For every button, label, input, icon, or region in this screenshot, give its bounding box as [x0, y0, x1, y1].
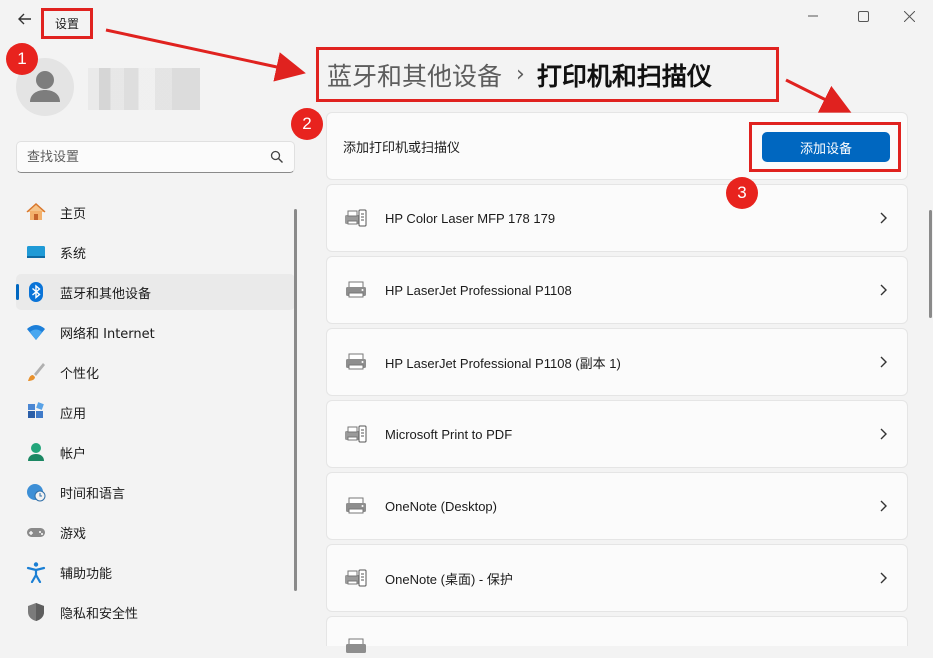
device-item[interactable]: OneNote (桌面) - 保护	[326, 544, 908, 612]
device-item[interactable]: HP LaserJet Professional P1108	[326, 256, 908, 324]
sidebar-item-system[interactable]: 系统	[16, 234, 295, 270]
search-input[interactable]	[17, 148, 269, 166]
sidebar-item-label: 隐私和安全性	[60, 606, 139, 622]
step-marker: 1	[6, 43, 38, 75]
sidebar-item-label: 游戏	[60, 526, 87, 542]
chevron-right-icon	[880, 428, 887, 440]
device-name: HP Color Laser MFP 178 179	[385, 210, 556, 226]
sidebar-item-label: 蓝牙和其他设备	[60, 286, 152, 302]
minimize-icon	[808, 15, 818, 17]
search-icon	[270, 150, 283, 163]
breadcrumb-separator: ›	[516, 62, 525, 87]
add-device-button[interactable]: 添加设备	[762, 132, 890, 162]
sidebar-item-label: 时间和语言	[60, 486, 126, 502]
sidebar-item-accounts[interactable]: 帐户	[16, 434, 295, 470]
device-name: HP LaserJet Professional P1108	[385, 282, 572, 298]
device-item-partial[interactable]	[326, 616, 908, 653]
chevron-right-icon	[880, 572, 887, 584]
printer-icon	[344, 351, 368, 373]
device-name: OneNote (Desktop)	[385, 498, 497, 514]
sidebar-item-network[interactable]: 网络和 Internet	[16, 314, 295, 350]
sidebar-item-apps[interactable]: 应用	[16, 394, 295, 430]
clock-globe-icon	[25, 481, 47, 503]
chevron-right-icon	[880, 284, 887, 296]
sidebar-item-bluetooth-devices[interactable]: 蓝牙和其他设备	[16, 274, 295, 310]
sidebar-item-label: 系统	[60, 246, 87, 262]
shield-icon	[25, 601, 47, 623]
chevron-right-icon	[880, 500, 887, 512]
device-item[interactable]: HP Color Laser MFP 178 179	[326, 184, 908, 252]
bluetooth-icon	[25, 281, 47, 303]
device-name: OneNote (桌面) - 保护	[385, 571, 513, 587]
close-icon	[903, 10, 915, 22]
content-scrollbar[interactable]	[929, 210, 932, 318]
breadcrumb-parent[interactable]: 蓝牙和其他设备	[327, 57, 502, 93]
back-arrow-icon	[18, 13, 31, 25]
page-title: 打印机和扫描仪	[536, 61, 712, 91]
sidebar-item-privacy[interactable]: 隐私和安全性	[16, 594, 295, 630]
add-printer-card: 添加打印机或扫描仪 添加设备	[326, 112, 908, 180]
maximize-button[interactable]	[852, 6, 874, 26]
gamepad-icon	[25, 521, 47, 543]
system-icon	[25, 241, 47, 263]
sidebar-item-label: 帐户	[60, 446, 87, 462]
brush-icon	[25, 361, 47, 383]
sidebar-item-home[interactable]: 主页	[16, 194, 295, 230]
printer-pdf-icon	[344, 567, 368, 589]
sidebar-nav: 主页 系统 蓝牙和其他设备 网络和 Internet 个性化 应用 帐户 时间和…	[16, 194, 295, 634]
sidebar-item-gaming[interactable]: 游戏	[16, 514, 295, 550]
sidebar-item-personalization[interactable]: 个性化	[16, 354, 295, 390]
add-printer-label: 添加打印机或扫描仪	[343, 140, 461, 156]
device-name: Microsoft Print to PDF	[385, 426, 513, 442]
active-indicator	[16, 284, 19, 300]
sidebar-item-label: 个性化	[60, 366, 100, 382]
breadcrumb: 蓝牙和其他设备 › 打印机和扫描仪	[316, 47, 779, 102]
device-item[interactable]: HP LaserJet Professional P1108 (副本 1)	[326, 328, 908, 396]
printer-icon	[344, 279, 368, 301]
back-button[interactable]	[14, 8, 36, 30]
step-marker: 2	[291, 108, 323, 140]
minimize-button[interactable]	[802, 6, 824, 26]
sidebar-item-time-language[interactable]: 时间和语言	[16, 474, 295, 510]
add-device-highlight: 添加设备	[749, 122, 901, 172]
accessibility-icon	[25, 561, 47, 583]
printer-pdf-icon	[344, 423, 368, 445]
sidebar-item-accessibility[interactable]: 辅助功能	[16, 554, 295, 590]
printer-icon	[344, 636, 368, 658]
sidebar-item-label: 网络和 Internet	[60, 326, 155, 342]
sidebar-scrollbar[interactable]	[294, 209, 297, 591]
chevron-right-icon	[880, 356, 887, 368]
search-box[interactable]	[16, 141, 295, 173]
apps-icon	[25, 401, 47, 423]
sidebar-item-label: 辅助功能	[60, 566, 113, 582]
home-icon	[25, 201, 47, 223]
step-marker: 3	[726, 177, 758, 209]
device-name: HP LaserJet Professional P1108 (副本 1)	[385, 355, 621, 371]
blurred-account-name	[88, 68, 200, 110]
printer-icon	[344, 495, 368, 517]
sidebar-item-label: 主页	[60, 206, 87, 222]
app-title-highlight: 设置	[41, 8, 93, 39]
maximize-icon	[857, 10, 869, 22]
device-item[interactable]: OneNote (Desktop)	[326, 472, 908, 540]
app-title: 设置	[54, 17, 79, 31]
chevron-right-icon	[880, 212, 887, 224]
annotation-arrow-2	[785, 78, 852, 113]
device-item[interactable]: Microsoft Print to PDF	[326, 400, 908, 468]
account-icon	[25, 441, 47, 463]
printer-scanner-icon	[344, 207, 368, 229]
annotation-arrow-1	[105, 28, 306, 82]
wifi-icon	[25, 321, 47, 343]
sidebar-item-label: 应用	[60, 406, 87, 422]
close-button[interactable]	[898, 6, 920, 26]
